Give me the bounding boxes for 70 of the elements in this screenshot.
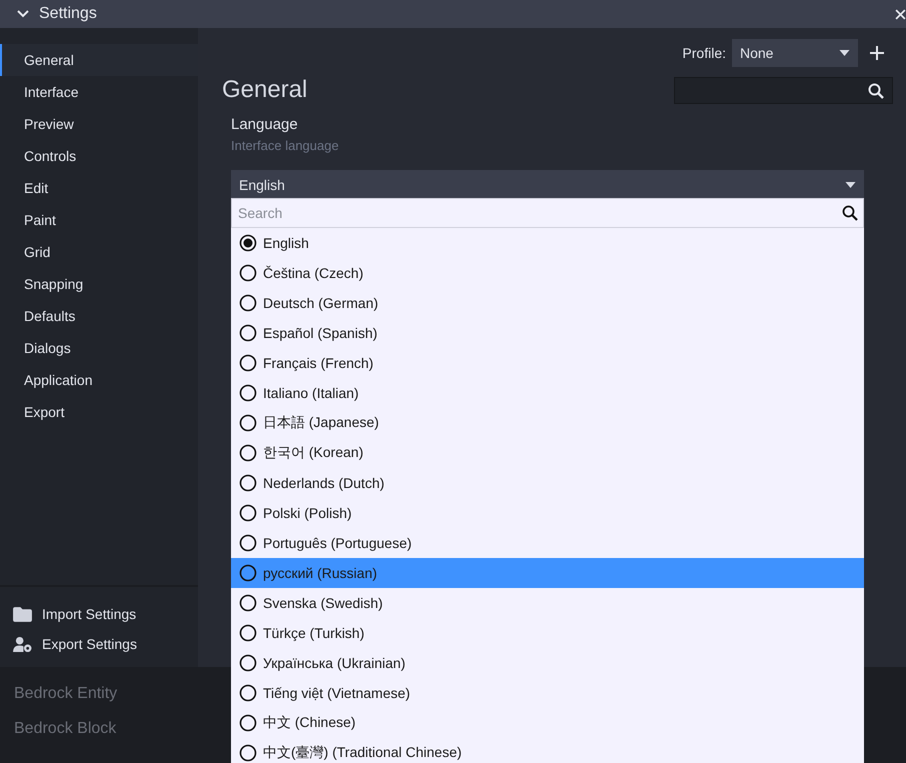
radio-button[interactable]	[239, 354, 257, 372]
language-option[interactable]: Türkçe (Turkish)	[231, 618, 864, 648]
radio-button[interactable]	[239, 414, 257, 432]
language-option[interactable]: Svenska (Swedish)	[231, 588, 864, 618]
language-option[interactable]: Čeština (Czech)	[231, 258, 864, 288]
sidebar-item[interactable]: Export	[0, 396, 198, 428]
sidebar-item[interactable]: Grid	[0, 236, 198, 268]
sidebar-item[interactable]: Snapping	[0, 268, 198, 300]
close-icon[interactable]	[895, 8, 906, 20]
caret-icon	[839, 50, 850, 56]
background-list-item: Bedrock Entity	[14, 685, 118, 704]
radio-button[interactable]	[239, 564, 257, 582]
settings-action[interactable]: Export Settings	[0, 629, 198, 659]
radio-button[interactable]	[239, 234, 257, 252]
language-option[interactable]: 日本語 (Japanese)	[231, 408, 864, 438]
language-option[interactable]: Italiano (Italian)	[231, 378, 864, 408]
search-icon	[842, 205, 858, 221]
radio-button[interactable]	[239, 474, 257, 492]
window-title: Settings	[39, 5, 97, 23]
radio-button[interactable]	[239, 654, 257, 672]
sidebar-item[interactable]: Controls	[0, 140, 198, 172]
language-option[interactable]: Tiếng việt (Vietnamese)	[231, 678, 864, 708]
search-field[interactable]	[674, 77, 893, 104]
page-heading: General	[222, 76, 308, 105]
sidebar-item[interactable]: Dialogs	[0, 332, 198, 364]
dropdown-search-field[interactable]: Search	[231, 198, 864, 228]
setting-description: Interface language	[231, 138, 340, 155]
sidebar-item[interactable]: Application	[0, 364, 198, 396]
radio-button[interactable]	[239, 384, 257, 402]
radio-button[interactable]	[239, 744, 257, 762]
setting-label: Language	[231, 116, 299, 135]
sidebar-item[interactable]: Paint	[0, 204, 198, 236]
radio-button[interactable]	[239, 294, 257, 312]
caret-icon	[845, 182, 856, 188]
sidebar-item[interactable]: Preview	[0, 108, 198, 140]
folder-icon	[12, 606, 33, 622]
sidebar-item[interactable]: Defaults	[0, 300, 198, 332]
radio-button[interactable]	[239, 324, 257, 342]
language-option[interactable]: русский (Russian)	[231, 558, 864, 588]
radio-button[interactable]	[239, 264, 257, 282]
profile-label: Profile:	[682, 45, 726, 61]
background-list-item: Bedrock Block	[14, 720, 116, 739]
profile-select[interactable]: None	[732, 39, 858, 67]
radio-button[interactable]	[239, 534, 257, 552]
language-option[interactable]: Español (Spanish)	[231, 318, 864, 348]
settings-action[interactable]: Import Settings	[0, 599, 198, 629]
chevron-icon[interactable]	[17, 10, 29, 18]
language-option[interactable]: Português (Portuguese)	[231, 528, 864, 558]
sidebar-item[interactable]: Interface	[0, 76, 198, 108]
language-option[interactable]: Deutsch (German)	[231, 288, 864, 318]
user-gear-icon	[12, 636, 33, 652]
sidebar-item[interactable]: General	[0, 44, 198, 76]
language-option[interactable]: 中文 (Chinese)	[231, 708, 864, 738]
search-icon	[868, 82, 884, 98]
language-select[interactable]: English	[231, 170, 864, 199]
radio-button[interactable]	[239, 714, 257, 732]
radio-button[interactable]	[239, 444, 257, 462]
language-option[interactable]: 한국어 (Korean)	[231, 438, 864, 468]
radio-button[interactable]	[239, 594, 257, 612]
language-option[interactable]: Українська (Ukrainian)	[231, 648, 864, 678]
sidebar-item[interactable]: Edit	[0, 172, 198, 204]
radio-button[interactable]	[239, 624, 257, 642]
language-option[interactable]: English	[231, 228, 864, 258]
radio-button[interactable]	[239, 684, 257, 702]
language-option[interactable]: 中文(臺灣) (Traditional Chinese)	[231, 738, 864, 763]
add-icon[interactable]	[870, 46, 884, 60]
language-option[interactable]: Polski (Polish)	[231, 498, 864, 528]
radio-button[interactable]	[239, 504, 257, 522]
language-option[interactable]: Français (French)	[231, 348, 864, 378]
language-option[interactable]: Nederlands (Dutch)	[231, 468, 864, 498]
